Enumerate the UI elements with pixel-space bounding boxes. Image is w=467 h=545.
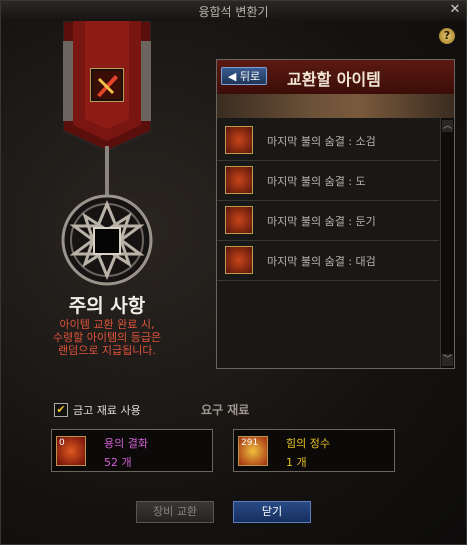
window-title: 융합석 변환기 [198,5,269,19]
scroll-down-icon[interactable]: ﹀ [442,354,453,366]
scroll-up-icon[interactable]: ︿ [442,120,453,132]
close-button[interactable]: 닫기 [233,501,311,523]
item-label: 마지막 불의 숨결 : 대검 [267,255,376,268]
material-quantity: 52 개 [104,456,132,469]
panel-decoration [217,94,454,118]
notice-line: 랜덤으로 지급됩니다. [57,344,157,357]
dragon-flame-icon: 0 [56,436,86,466]
use-vault-checkbox[interactable]: ✔ [54,403,68,417]
panel-title: 교환할 아이템 [287,70,381,89]
close-icon[interactable]: ✕ [448,3,462,17]
list-item[interactable]: 마지막 불의 숨결 : 소검 [217,121,439,161]
item-list: 마지막 불의 숨결 : 소검 마지막 불의 숨결 : 도 마지막 불의 숨결 :… [217,118,439,368]
material-name: 용의 결화 [104,437,148,450]
exchange-button[interactable]: 장비 교환 [136,501,214,523]
material-badge: 0 [59,438,65,448]
title-bar[interactable]: 융합석 변환기 ✕ [1,1,466,22]
back-button[interactable]: ◀ 뒤로 [221,67,267,85]
list-item[interactable]: 마지막 불의 숨결 : 둔기 [217,201,439,241]
notice-line: 아이템 교환 완료 시, [59,318,155,331]
material-name: 힘의 정수 [286,437,330,450]
required-materials-label: 요구 재료 [201,403,250,417]
converter-window: 융합석 변환기 ✕ ? 주의 사항 아이템 교환 완료 시, 수령할 아이템의 … [0,0,467,545]
list-item[interactable]: 마지막 불의 숨결 : 도 [217,161,439,201]
notice-text: 아이템 교환 완료 시, 수령할 아이템의 등급은 랜덤으로 지급됩니다. [21,318,193,357]
item-slot [93,227,121,255]
material-slot: 0 용의 결화 52 개 [51,429,213,472]
notice-title: 주의 사항 [68,295,146,317]
notice-line: 수령할 아이템의 등급은 [52,331,162,344]
sword-icon [225,126,253,154]
mace-icon [225,206,253,234]
item-label: 마지막 불의 숨결 : 소검 [267,135,376,148]
result-item-icon [90,68,124,102]
material-quantity: 1 개 [286,456,307,469]
chain-decoration [105,146,109,196]
blade-icon [225,166,253,194]
material-slot: 291 힘의 정수 1 개 [233,429,395,472]
item-label: 마지막 불의 숨결 : 둔기 [267,215,376,228]
list-item[interactable]: 마지막 불의 숨결 : 대검 [217,241,439,281]
use-vault-label: 금고 재료 사용 [73,404,141,417]
help-icon[interactable]: ? [439,28,455,44]
scrollbar[interactable]: ︿ ﹀ [440,118,454,368]
panel-header: ◀ 뒤로 교환할 아이템 [217,60,454,94]
material-badge: 291 [241,438,259,448]
item-label: 마지막 불의 숨결 : 도 [267,175,366,188]
greatsword-icon [225,246,253,274]
exchange-panel: ◀ 뒤로 교환할 아이템 마지막 불의 숨결 : 소검 마지막 불의 숨결 : … [216,59,455,369]
power-essence-icon: 291 [238,436,268,466]
